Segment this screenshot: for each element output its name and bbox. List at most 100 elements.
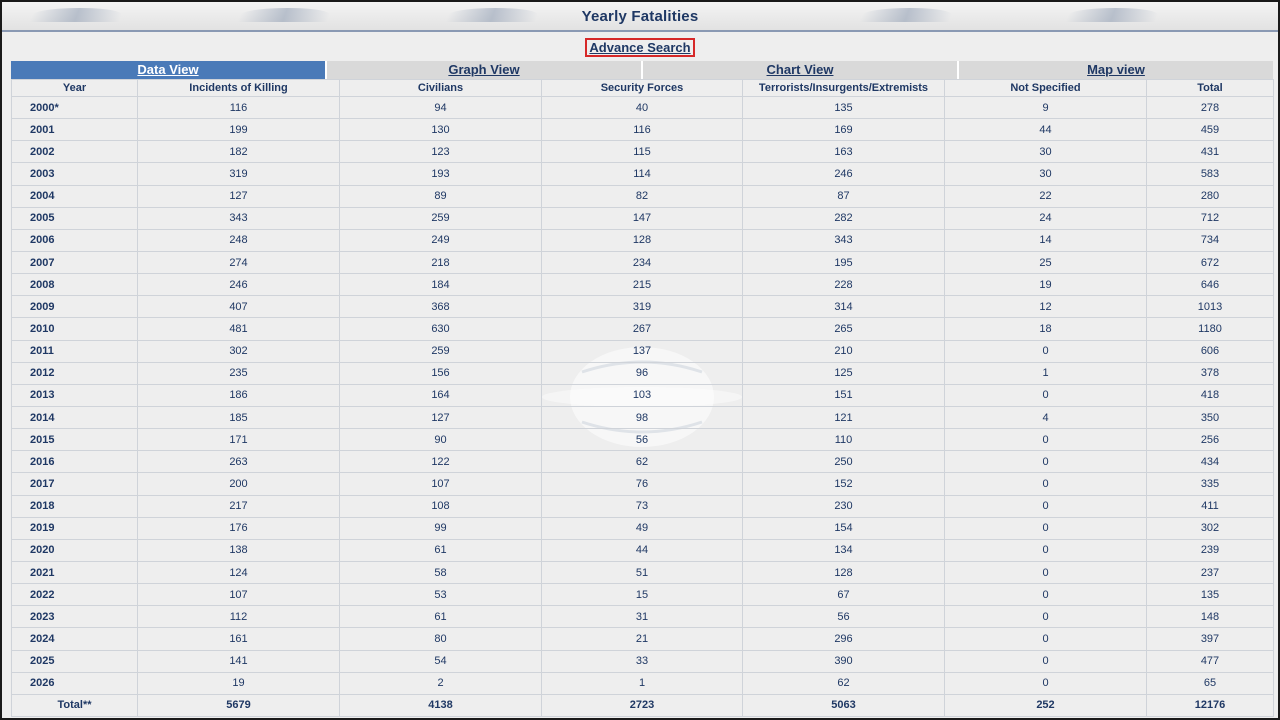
value-cell: 646 bbox=[1146, 273, 1274, 297]
value-cell: 137 bbox=[541, 339, 743, 363]
value-cell: 122 bbox=[339, 450, 542, 474]
value-cell: 335 bbox=[1146, 472, 1274, 496]
swoosh-decoration bbox=[445, 8, 541, 22]
value-cell: 94 bbox=[339, 95, 542, 120]
value-cell: 96 bbox=[541, 361, 743, 385]
year-cell: 2000* bbox=[11, 95, 138, 120]
value-cell: 314 bbox=[742, 295, 945, 319]
table-header-row: Year Incidents of Killing Civilians Securit… bbox=[11, 79, 1274, 97]
value-cell: 115 bbox=[541, 140, 743, 164]
year-cell: 2026 bbox=[11, 671, 138, 695]
value-cell: 411 bbox=[1146, 494, 1274, 518]
table-row: 2008 246 184 215 228 19 646 bbox=[11, 273, 1274, 297]
value-cell: 152 bbox=[742, 472, 945, 496]
year-cell: 2007 bbox=[11, 250, 138, 275]
value-cell: 12 bbox=[944, 295, 1147, 319]
value-cell: 56 bbox=[742, 605, 945, 629]
value-cell: 246 bbox=[137, 273, 340, 297]
value-cell: 53 bbox=[339, 583, 542, 607]
year-cell: 2003 bbox=[11, 162, 138, 186]
value-cell: 65 bbox=[1146, 671, 1274, 695]
value-cell: 418 bbox=[1146, 383, 1274, 407]
value-cell: 138 bbox=[137, 538, 340, 562]
value-cell: 107 bbox=[339, 472, 542, 496]
value-cell: 274 bbox=[137, 250, 340, 275]
year-cell: 2018 bbox=[11, 494, 138, 518]
year-cell: 2005 bbox=[11, 206, 138, 230]
value-cell: 82 bbox=[541, 184, 743, 208]
year-cell: 2019 bbox=[11, 516, 138, 540]
table-row: 2017 200 107 76 152 0 335 bbox=[11, 472, 1274, 496]
value-cell: 193 bbox=[339, 162, 542, 186]
value-cell: 434 bbox=[1146, 450, 1274, 474]
value-cell: 76 bbox=[541, 472, 743, 496]
value-cell: 161 bbox=[137, 627, 340, 651]
value-cell: 734 bbox=[1146, 228, 1274, 252]
fatalities-table: Year Incidents of Killing Civilians Securit… bbox=[11, 79, 1274, 717]
value-cell: 24 bbox=[944, 206, 1147, 230]
value-cell: 124 bbox=[137, 560, 340, 585]
value-cell: 49 bbox=[541, 516, 743, 540]
tab-graph-view[interactable]: Graph View bbox=[327, 61, 643, 79]
value-cell: 110 bbox=[742, 428, 945, 452]
value-cell: 108 bbox=[339, 494, 542, 518]
value-cell: 134 bbox=[742, 538, 945, 562]
table-body: 2000* 116 94 40 135 9 278 2001 199 130 116 169 44 459… bbox=[11, 95, 1274, 717]
swoosh-decoration bbox=[29, 8, 125, 22]
advance-search-link[interactable]: Advance Search bbox=[585, 38, 695, 57]
value-cell: 127 bbox=[339, 405, 542, 430]
value-cell: 239 bbox=[1146, 538, 1274, 562]
value-cell: 4 bbox=[944, 405, 1147, 430]
value-cell: 116 bbox=[541, 118, 743, 142]
value-cell: 217 bbox=[137, 494, 340, 518]
value-cell: 116 bbox=[137, 95, 340, 120]
year-cell: 2001 bbox=[11, 118, 138, 142]
value-cell: 25 bbox=[944, 250, 1147, 275]
page-title: Yearly Fatalities bbox=[581, 7, 699, 25]
year-cell: 2011 bbox=[11, 339, 138, 363]
value-cell: 87 bbox=[742, 184, 945, 208]
value-cell: 583 bbox=[1146, 162, 1274, 186]
table-row: 2001 199 130 116 169 44 459 bbox=[11, 118, 1274, 142]
value-cell: 368 bbox=[339, 295, 542, 319]
table-row: 2007 274 218 234 195 25 672 bbox=[11, 250, 1274, 275]
column-header: Not Specified bbox=[944, 79, 1147, 97]
value-cell: 280 bbox=[1146, 184, 1274, 208]
tab-chart-view[interactable]: Chart View bbox=[643, 61, 959, 79]
value-cell: 80 bbox=[339, 627, 542, 651]
value-cell: 0 bbox=[944, 472, 1147, 496]
value-cell: 148 bbox=[1146, 605, 1274, 629]
table-row: 2013 186 164 103 151 0 418 bbox=[11, 383, 1274, 407]
value-cell: 230 bbox=[742, 494, 945, 518]
table-row: 2024 161 80 21 296 0 397 bbox=[11, 627, 1274, 651]
table-row: 2026 19 2 1 62 0 65 bbox=[11, 671, 1274, 695]
total-value-cell: 2723 bbox=[541, 693, 743, 717]
value-cell: 0 bbox=[944, 671, 1147, 695]
value-cell: 130 bbox=[339, 118, 542, 142]
value-cell: 250 bbox=[742, 450, 945, 474]
total-value-cell: 4138 bbox=[339, 693, 542, 717]
value-cell: 265 bbox=[742, 317, 945, 341]
table-row: 2023 112 61 31 56 0 148 bbox=[11, 605, 1274, 629]
value-cell: 184 bbox=[339, 273, 542, 297]
value-cell: 248 bbox=[137, 228, 340, 252]
value-cell: 30 bbox=[944, 140, 1147, 164]
table-row: 2016 263 122 62 250 0 434 bbox=[11, 450, 1274, 474]
total-value-cell: 252 bbox=[944, 693, 1147, 717]
value-cell: 18 bbox=[944, 317, 1147, 341]
value-cell: 15 bbox=[541, 583, 743, 607]
table-row: 2004 127 89 82 87 22 280 bbox=[11, 184, 1274, 208]
value-cell: 40 bbox=[541, 95, 743, 120]
value-cell: 1 bbox=[541, 671, 743, 695]
value-cell: 186 bbox=[137, 383, 340, 407]
value-cell: 171 bbox=[137, 428, 340, 452]
value-cell: 128 bbox=[541, 228, 743, 252]
value-cell: 407 bbox=[137, 295, 340, 319]
tab-data-view[interactable]: Data View bbox=[11, 61, 327, 79]
value-cell: 151 bbox=[742, 383, 945, 407]
table-row: 2000* 116 94 40 135 9 278 bbox=[11, 95, 1274, 120]
value-cell: 61 bbox=[339, 605, 542, 629]
value-cell: 672 bbox=[1146, 250, 1274, 275]
column-header: Year bbox=[11, 79, 138, 97]
tab-map-view[interactable]: Map view bbox=[959, 61, 1273, 79]
